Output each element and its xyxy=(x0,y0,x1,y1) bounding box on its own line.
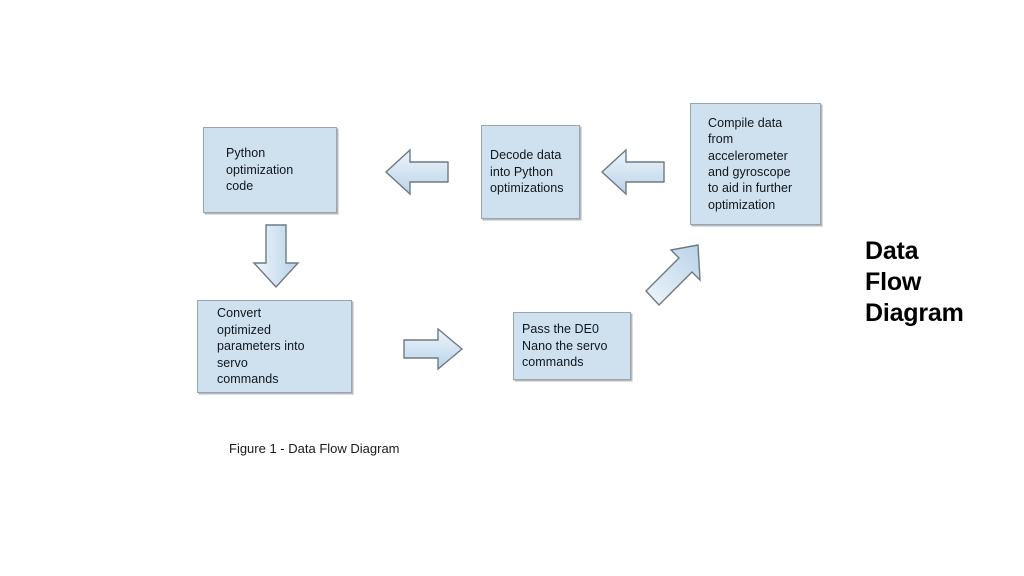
page-title: Data Flow Diagram xyxy=(865,237,964,327)
figure-caption: Figure 1 - Data Flow Diagram xyxy=(229,441,400,456)
node-label: Compile data from accelerometer and gyro… xyxy=(708,115,793,212)
node-label: Convert optimized parameters into servo … xyxy=(217,306,305,387)
node-decode-data-into-python-optimizations[interactable]: Decode data into Python optimizations xyxy=(481,125,580,219)
node-label: Python optimization code xyxy=(226,146,294,194)
arrow-up-right-icon xyxy=(645,244,703,307)
arrow-left-icon xyxy=(384,148,449,196)
diagram-canvas: Python optimization code Decode data int… xyxy=(0,0,1024,576)
node-python-optimization-code[interactable]: Python optimization code xyxy=(203,127,337,213)
node-convert-optimized-parameters[interactable]: Convert optimized parameters into servo … xyxy=(197,300,352,393)
node-label: Pass the DE0 Nano the servo commands xyxy=(522,322,608,370)
arrow-down-icon xyxy=(252,224,300,289)
arrow-right-icon xyxy=(403,327,464,371)
arrow-left-icon xyxy=(600,148,665,196)
node-compile-data-from-accelerometer[interactable]: Compile data from accelerometer and gyro… xyxy=(690,103,821,225)
node-label: Decode data into Python optimizations xyxy=(490,148,564,196)
node-pass-de0-nano-servo-commands[interactable]: Pass the DE0 Nano the servo commands xyxy=(513,312,631,380)
